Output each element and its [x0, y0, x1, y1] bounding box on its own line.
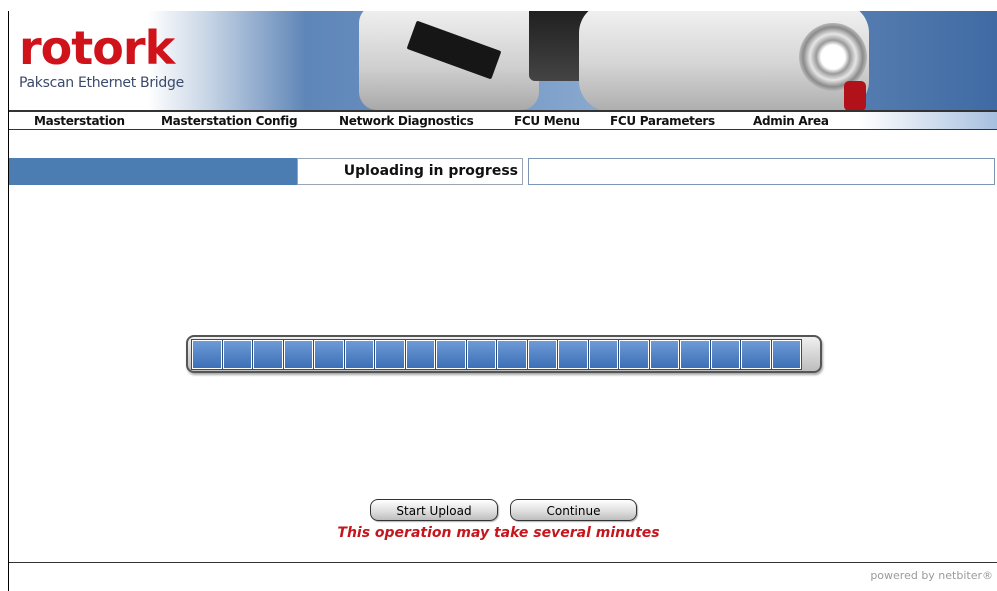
nav-item-fcu-parameters[interactable]: FCU Parameters — [610, 114, 715, 128]
header-banner: rotork Pakscan Ethernet Bridge — [9, 11, 997, 110]
progress-segment — [282, 339, 314, 370]
progress-segment — [679, 339, 711, 370]
main-nav: Masterstation Masterstation Config Netwo… — [9, 110, 997, 130]
continue-button[interactable]: Continue — [510, 499, 637, 521]
progress-segment — [526, 339, 558, 370]
title-bar-accent — [9, 158, 297, 185]
upload-progress-bar — [186, 335, 822, 373]
progress-segment — [435, 339, 467, 370]
footer-divider — [9, 562, 997, 563]
nav-item-masterstation[interactable]: Masterstation — [34, 114, 125, 128]
progress-segment — [221, 339, 253, 370]
page-title: Uploading in progress — [297, 158, 523, 185]
progress-segment — [648, 339, 680, 370]
nav-item-fcu-menu[interactable]: FCU Menu — [514, 114, 580, 128]
progress-segment — [496, 339, 528, 370]
product-name: Pakscan Ethernet Bridge — [19, 75, 184, 91]
progress-segment — [587, 339, 619, 370]
logo-wordmark: rotork — [19, 21, 175, 75]
actuator-illustration-detail — [844, 81, 866, 110]
progress-segment — [404, 339, 436, 370]
progress-segment — [709, 339, 741, 370]
brand-logo: rotork Pakscan Ethernet Bridge — [19, 25, 184, 91]
progress-segment — [374, 339, 406, 370]
progress-segment — [343, 339, 375, 370]
powered-by-text: powered by netbiter® — [870, 569, 993, 582]
progress-segments — [191, 339, 802, 370]
nav-item-network-diagnostics[interactable]: Network Diagnostics — [339, 114, 474, 128]
start-upload-button[interactable]: Start Upload — [370, 499, 498, 521]
nav-item-admin-area[interactable]: Admin Area — [753, 114, 829, 128]
progress-segment — [557, 339, 589, 370]
progress-segment — [313, 339, 345, 370]
title-bar-status — [528, 158, 995, 185]
nav-item-masterstation-config[interactable]: Masterstation Config — [161, 114, 298, 128]
progress-segment — [191, 339, 223, 370]
progress-segment — [740, 339, 772, 370]
progress-segment — [618, 339, 650, 370]
warning-message: This operation may take several minutes — [337, 525, 660, 541]
progress-segment — [770, 339, 802, 370]
progress-segment — [252, 339, 284, 370]
progress-segment — [465, 339, 497, 370]
